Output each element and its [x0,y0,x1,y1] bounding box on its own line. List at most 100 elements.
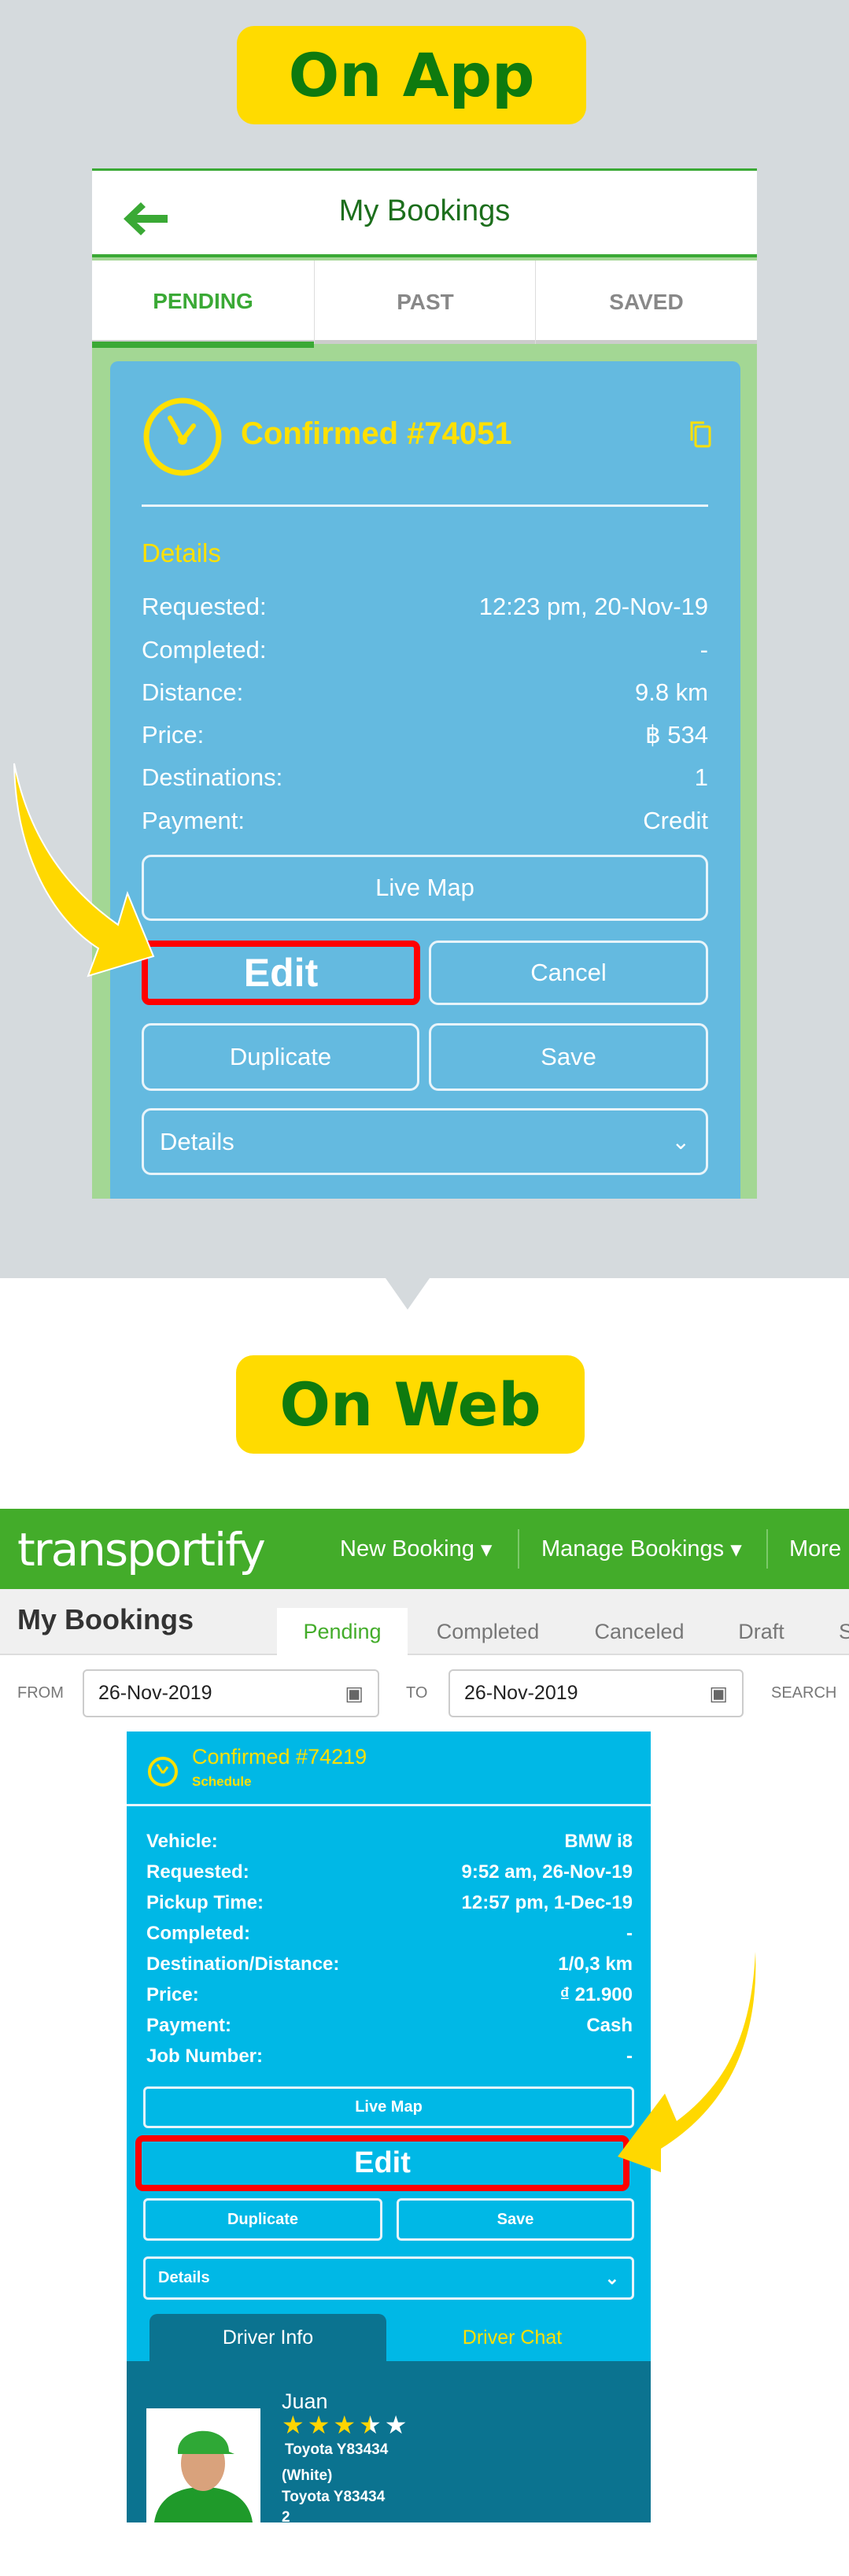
calendar-icon[interactable]: ▣ [345,1682,364,1706]
dropdown-label: Details [158,2269,210,2286]
details-dropdown[interactable]: Details ⌄ [142,1108,708,1175]
star-empty-icon: ★ [384,2411,408,2439]
save-button[interactable]: Save [429,1023,708,1091]
arrow-pointer-icon [618,1952,756,2172]
from-date-input[interactable]: 26-Nov-2019 ▣ [83,1669,379,1717]
row-label: Destination/Distance: [146,1953,340,1975]
row-value: Credit [643,807,708,834]
booking-type: Schedule [192,1774,252,1789]
search-button[interactable]: SEARCH [771,1684,836,1702]
row-value: ฿ 534 [644,721,708,748]
detail-row: Pickup Time: 12:57 pm, 1-Dec-19 [146,1892,633,1914]
driver-info-panel: Juan ★ ★ ★ ★ ★ Toyota Y83434 (White) Toyota … [127,2361,651,2526]
live-map-button[interactable]: Live Map [142,855,708,921]
web-subbar: My Bookings Pending Completed Canceled D… [0,1589,849,1655]
detail-row: Price: ₫ 21.900 [146,1984,633,2006]
to-date-input[interactable]: 26-Nov-2019 ▣ [448,1669,744,1717]
divider [142,504,708,507]
on-app-badge: On App [237,26,586,124]
web-page-title: My Bookings [17,1603,194,1635]
to-label: TO [406,1684,428,1702]
star-full-icon: ★ [333,2411,356,2439]
row-label: Completed: [142,636,267,663]
calendar-icon[interactable]: ▣ [709,1682,728,1706]
transportify-logo[interactable]: transportify [17,1523,266,1576]
details-dropdown[interactable]: Details ⌄ [143,2256,634,2300]
divider [127,1804,651,1806]
driver-vehicle-color: (White) [282,2467,333,2484]
chevron-down-icon: ⌄ [604,2267,619,2288]
row-label: Requested: [146,1861,249,1883]
detail-row: Destination/Distance: 1/0,3 km [146,1953,633,1975]
details-heading: Details [142,538,221,567]
duplicate-button[interactable]: Duplicate [142,1023,419,1091]
star-half-icon: ★ [359,2411,382,2439]
web-tab-pending[interactable]: Pending [277,1608,408,1655]
nav-label: New Booking [340,1536,474,1561]
duplicate-button[interactable]: Duplicate [143,2198,382,2241]
row-value: 12:23 pm, 20-Nov-19 [478,593,708,620]
chevron-down-icon: ⌄ [671,1129,690,1154]
detail-row: Payment: Cash [146,2015,633,2037]
row-label: Payment: [146,2015,232,2036]
web-navbar: transportify New Booking ▾ Manage Bookin… [0,1509,849,1589]
save-button[interactable]: Save [397,2198,634,2241]
tab-driver-info[interactable]: Driver Info [149,2314,386,2361]
detail-row: Requested: 12:23 pm, 20-Nov-19 [142,593,708,621]
detail-row: Completed: - [146,1923,633,1945]
row-value: 9.8 km [634,678,708,706]
app-header: My Bookings [92,171,757,257]
tab-past[interactable]: PAST [314,261,536,344]
row-label: Vehicle: [146,1831,218,1852]
row-value: - [700,636,708,663]
from-label: FROM [17,1684,64,1702]
row-label: Price: [146,1984,199,2005]
edit-button[interactable]: Edit [135,2135,629,2191]
detail-row: Vehicle: BMW i8 [146,1831,633,1853]
driver-rating: ★ ★ ★ ★ ★ [282,2410,407,2440]
tab-driver-chat[interactable]: Driver Chat [394,2314,630,2361]
app-screenshot: My Bookings PENDING PAST SAVED Confirmed… [92,168,757,1199]
detail-row: Requested: 9:52 am, 26-Nov-19 [146,1861,633,1883]
detail-row: Payment: Credit [142,807,708,835]
live-map-button[interactable]: Live Map [143,2086,634,2128]
nav-divider [518,1529,519,1569]
tab-pending[interactable]: PENDING [92,261,314,348]
caret-down-icon: ▾ [724,1536,742,1562]
row-value: BMW i8 [564,1831,633,1852]
row-label: Pickup Time: [146,1892,264,1913]
to-date-value: 26-Nov-2019 [464,1682,578,1704]
web-booking-card: Confirmed #74219 Schedule Vehicle: BMW i8… [127,1732,651,2526]
star-full-icon: ★ [307,2411,330,2439]
copy-icon[interactable] [688,420,712,449]
detail-row: Job Number: - [146,2046,633,2068]
nav-more[interactable]: More [789,1509,841,1589]
divider-pointer [386,1278,430,1310]
nav-divider [766,1529,768,1569]
detail-row: Price: ฿ 534 [142,721,708,749]
driver-extra: 2 [282,2509,290,2526]
nav-label: Manage Bookings [541,1536,725,1561]
row-value: 9:52 am, 26-Nov-19 [461,1861,633,1883]
tab-saved[interactable]: SAVED [535,261,757,344]
nav-manage-bookings[interactable]: Manage Bookings ▾ [541,1509,742,1589]
arrow-pointer-icon [13,763,155,978]
row-label: Distance: [142,678,244,706]
detail-row: Completed: - [142,636,708,664]
nav-new-booking[interactable]: New Booking ▾ [340,1509,493,1589]
booking-card: Confirmed #74051 Details Requested: 12:23… [110,361,740,1199]
web-tab-completed[interactable]: Completed [425,1608,551,1655]
driver-plate: Toyota Y83434 [282,2489,386,2505]
star-full-icon: ★ [282,2411,305,2439]
on-web-badge: On Web [236,1355,585,1454]
row-label: Requested: [142,593,267,620]
app-tabs: PENDING PAST SAVED [92,261,757,348]
web-tab-saved[interactable]: S [830,1608,849,1655]
web-tab-draft[interactable]: Draft [728,1608,795,1655]
clock-icon [148,1757,178,1787]
caret-down-icon: ▾ [474,1536,493,1562]
driver-vehicle: Toyota Y83434 [285,2441,389,2458]
page-title: My Bookings [338,194,511,227]
web-tab-canceled[interactable]: Canceled [586,1608,692,1655]
cancel-button[interactable]: Cancel [429,941,708,1005]
